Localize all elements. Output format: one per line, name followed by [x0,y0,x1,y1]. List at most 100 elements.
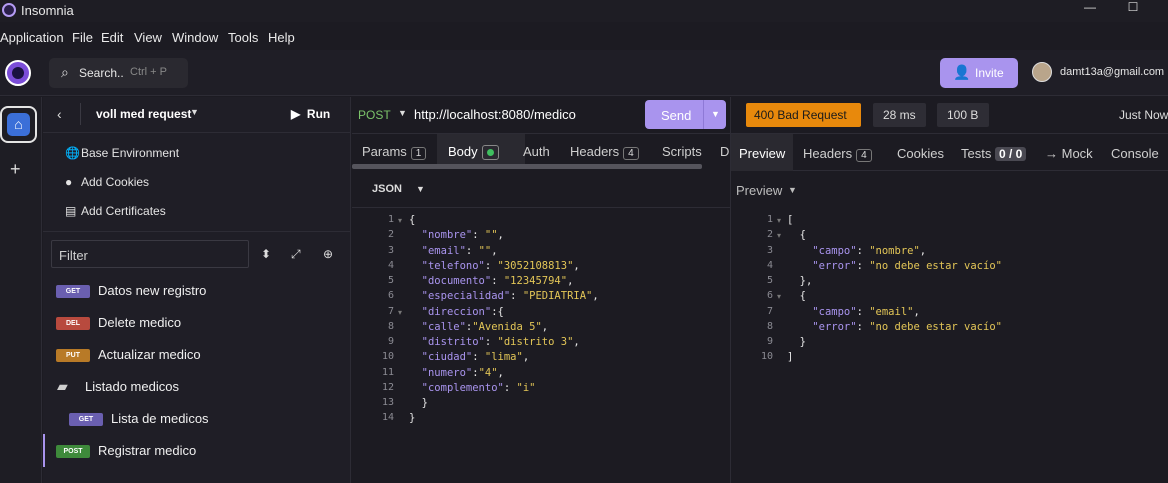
code-line: "error": "no debe estar vacío" [812,259,1002,272]
top-bar: ⌕ Search.. Ctrl + P 👤 Invite damt13a@gma… [0,50,1168,96]
response-tabs: Preview Headers 4 Cookies Tests 0 / 0 → M… [731,133,1168,171]
add-certificates-item[interactable]: ▤ Add Certificates [65,204,166,218]
divider [80,103,81,125]
fold-icon[interactable]: ▾ [777,292,781,301]
menu-window[interactable]: Window [172,30,218,45]
code-line: "nombre": "", [421,229,504,242]
tab-docs[interactable]: D [720,144,729,159]
user-email[interactable]: damt13a@gmail.com [1060,66,1164,78]
request-item-registrar-medico[interactable]: POST Registrar medico [55,440,345,464]
certificate-icon: ▤ [65,204,77,218]
request-item-datos-new-registro[interactable]: GET Datos new registro [55,280,345,304]
collection-header: ‹ voll med request ▼ ▶ Run [43,97,351,133]
avatar[interactable] [1032,62,1052,82]
fold-icon[interactable]: ▾ [398,216,402,225]
code-line: "campo": "nombre", [812,244,927,257]
maximize-button[interactable]: ☐ [1113,0,1153,22]
menu-bar: Application File Edit View Window Tools … [0,26,1168,48]
code-line: "telefono": "3052108813", [421,259,580,272]
tab-response-headers[interactable]: Headers 4 [803,146,872,162]
chevron-down-icon[interactable]: ▼ [398,108,407,118]
tab-auth[interactable]: Auth [523,144,550,159]
body-mode-select[interactable]: JSON [372,183,402,195]
tabs-scrollbar[interactable] [352,164,702,169]
request-label: Registrar medico [98,443,197,458]
cookie-icon: ● [65,175,73,189]
line-number: 9 [387,336,394,347]
url-input[interactable]: http://localhost:8080/medico [414,107,576,122]
preview-mode-select[interactable]: Preview [736,183,782,198]
minimize-button[interactable]: — [1070,0,1110,22]
add-cookies-item[interactable]: ● Add Cookies [65,175,149,189]
request-item-lista-de-medicos[interactable]: GET Lista de medicos [55,408,345,432]
invite-button[interactable]: 👤 Invite [940,58,1018,88]
line-number: 8 [766,320,773,332]
code-line: "complemento": "i" [421,381,536,394]
folder-icon: ▰ [57,378,68,394]
line-number: 3 [766,244,773,256]
line-number: 14 [381,412,394,424]
line-number: 1 [766,214,773,225]
chevron-down-icon[interactable]: ▼ [416,184,425,194]
title-bar: Insomnia — ☐ [0,0,1168,22]
folder-label: Listado medicos [85,379,179,394]
add-circle-icon[interactable]: ⊕ [323,247,333,261]
code-line: } [409,397,428,409]
line-number: 5 [387,275,394,286]
request-body-editor[interactable]: 1 ▾ {2 "nombre": "", 3 "email": "", 4 "telef… [352,209,730,483]
menu-file[interactable]: File [72,30,93,45]
chevron-down-icon[interactable]: ▼ [711,109,720,119]
chevron-down-icon[interactable]: ▼ [190,107,199,117]
fold-icon[interactable]: ▾ [777,231,781,240]
send-button[interactable]: Send ▼ [645,100,726,129]
menu-help[interactable]: Help [268,30,295,45]
new-project-icon[interactable]: + [10,159,21,180]
tab-mock[interactable]: → Mock [1045,146,1093,161]
left-rail: ⌂ + [0,97,42,483]
tab-body-label: Body [448,144,478,159]
filter-placeholder: Filter [59,248,88,263]
run-button[interactable]: ▶ Run [291,107,330,121]
tab-preview[interactable]: Preview [739,146,785,161]
sort-icon[interactable]: ⬍ [261,247,271,261]
tab-headers[interactable]: Headers 4 [570,144,639,160]
tab-body[interactable]: Body [448,144,499,161]
menu-edit[interactable]: Edit [101,30,123,45]
menu-tools[interactable]: Tools [228,30,258,45]
code-line: "error": "no debe estar vacío" [812,320,1002,333]
tab-scripts[interactable]: Scripts [662,144,702,159]
back-icon[interactable]: ‹ [57,106,62,122]
tab-headers-label: Headers [570,144,620,159]
insomnia-brand-icon[interactable] [5,60,31,86]
response-time-text: 28 ms [883,108,916,122]
tab-params[interactable]: Params 1 [362,144,427,160]
filter-input[interactable]: Filter [51,240,249,268]
search-icon: ⌕ [61,64,69,80]
base-environment-item[interactable]: 🌐Base Environment [65,146,179,160]
tab-cookies[interactable]: Cookies [897,146,944,161]
globe-icon: 🌐 [65,146,80,160]
folder-item-listado-medicos[interactable]: ▰ Listado medicos [55,376,345,400]
body-mode-bar: JSON ▼ [352,170,730,208]
code-line: { [787,229,806,242]
search-button[interactable]: ⌕ Search.. Ctrl + P [49,58,188,88]
collection-name[interactable]: voll med request [96,107,191,121]
line-number: 7 [387,305,394,317]
line-number: 1 [387,214,394,225]
home-icon: ⌂ [7,113,30,136]
fold-icon[interactable]: ▾ [777,216,781,225]
menu-view[interactable]: View [134,30,162,45]
request-item-delete-medico[interactable]: DEL Delete medico [55,312,345,336]
request-item-actualizar-medico[interactable]: PUT Actualizar medico [55,344,345,368]
chevron-down-icon[interactable]: ▼ [788,185,797,195]
expand-icon[interactable]: ⤢ [291,247,301,262]
home-button[interactable]: ⌂ [0,106,37,143]
line-number: 11 [381,366,394,378]
code-line: "numero":"4", [421,366,504,379]
fold-icon[interactable]: ▾ [398,308,402,317]
tab-console[interactable]: Console [1111,146,1159,161]
tab-tests[interactable]: Tests 0 / 0 [961,146,1027,161]
menu-application[interactable]: Application [0,30,64,45]
response-headers-count: 4 [856,149,872,162]
method-select[interactable]: POST [358,108,391,122]
